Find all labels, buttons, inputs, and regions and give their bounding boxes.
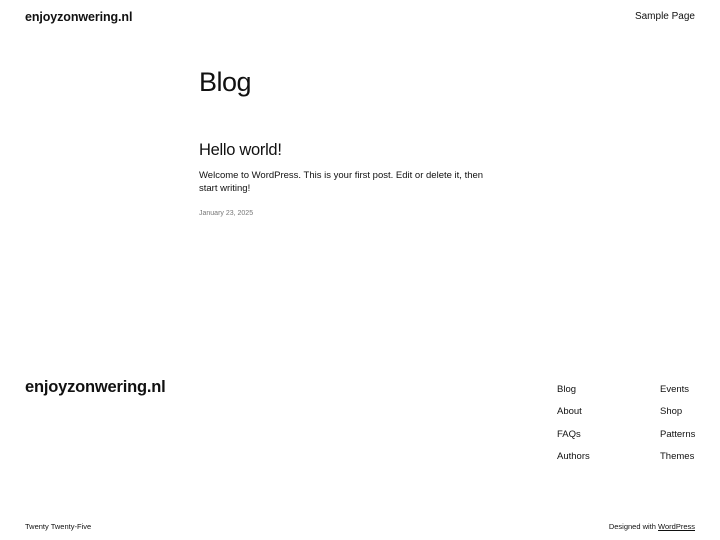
footer-nav-patterns[interactable]: Patterns <box>660 424 695 446</box>
site-title-link[interactable]: enjoyzonwering.nl <box>25 10 132 24</box>
footer-nav-events[interactable]: Events <box>660 379 695 401</box>
footer-nav-blog[interactable]: Blog <box>557 379 590 401</box>
post-date[interactable]: January 23, 2025 <box>199 210 253 217</box>
footer-nav-themes[interactable]: Themes <box>660 446 695 468</box>
wordpress-link[interactable]: WordPress <box>658 522 695 531</box>
footer-nav-about[interactable]: About <box>557 401 590 423</box>
footer-nav-shop[interactable]: Shop <box>660 401 695 423</box>
page-title: Blog <box>199 67 252 97</box>
credit-prefix: Designed with <box>608 522 659 531</box>
footer-credit: Designed with WordPress <box>609 522 695 531</box>
theme-name: Twenty Twenty-Five <box>25 522 92 531</box>
footer-nav-authors[interactable]: Authors <box>557 446 590 468</box>
post-title-link[interactable]: Hello world! <box>199 141 282 160</box>
footer-nav-faqs[interactable]: FAQs <box>557 424 590 446</box>
footer-nav-column-1: Blog About FAQs Authors <box>557 379 590 468</box>
post-excerpt: Welcome to WordPress. This is your first… <box>199 170 484 194</box>
footer-site-title-link[interactable]: enjoyzonwering.nl <box>25 378 166 397</box>
nav-item-sample-page[interactable]: Sample Page <box>635 11 695 22</box>
footer-nav-column-2: Events Shop Patterns Themes <box>660 379 695 468</box>
page: enjoyzonwering.nl Sample Page Blog Hello… <box>0 0 720 540</box>
